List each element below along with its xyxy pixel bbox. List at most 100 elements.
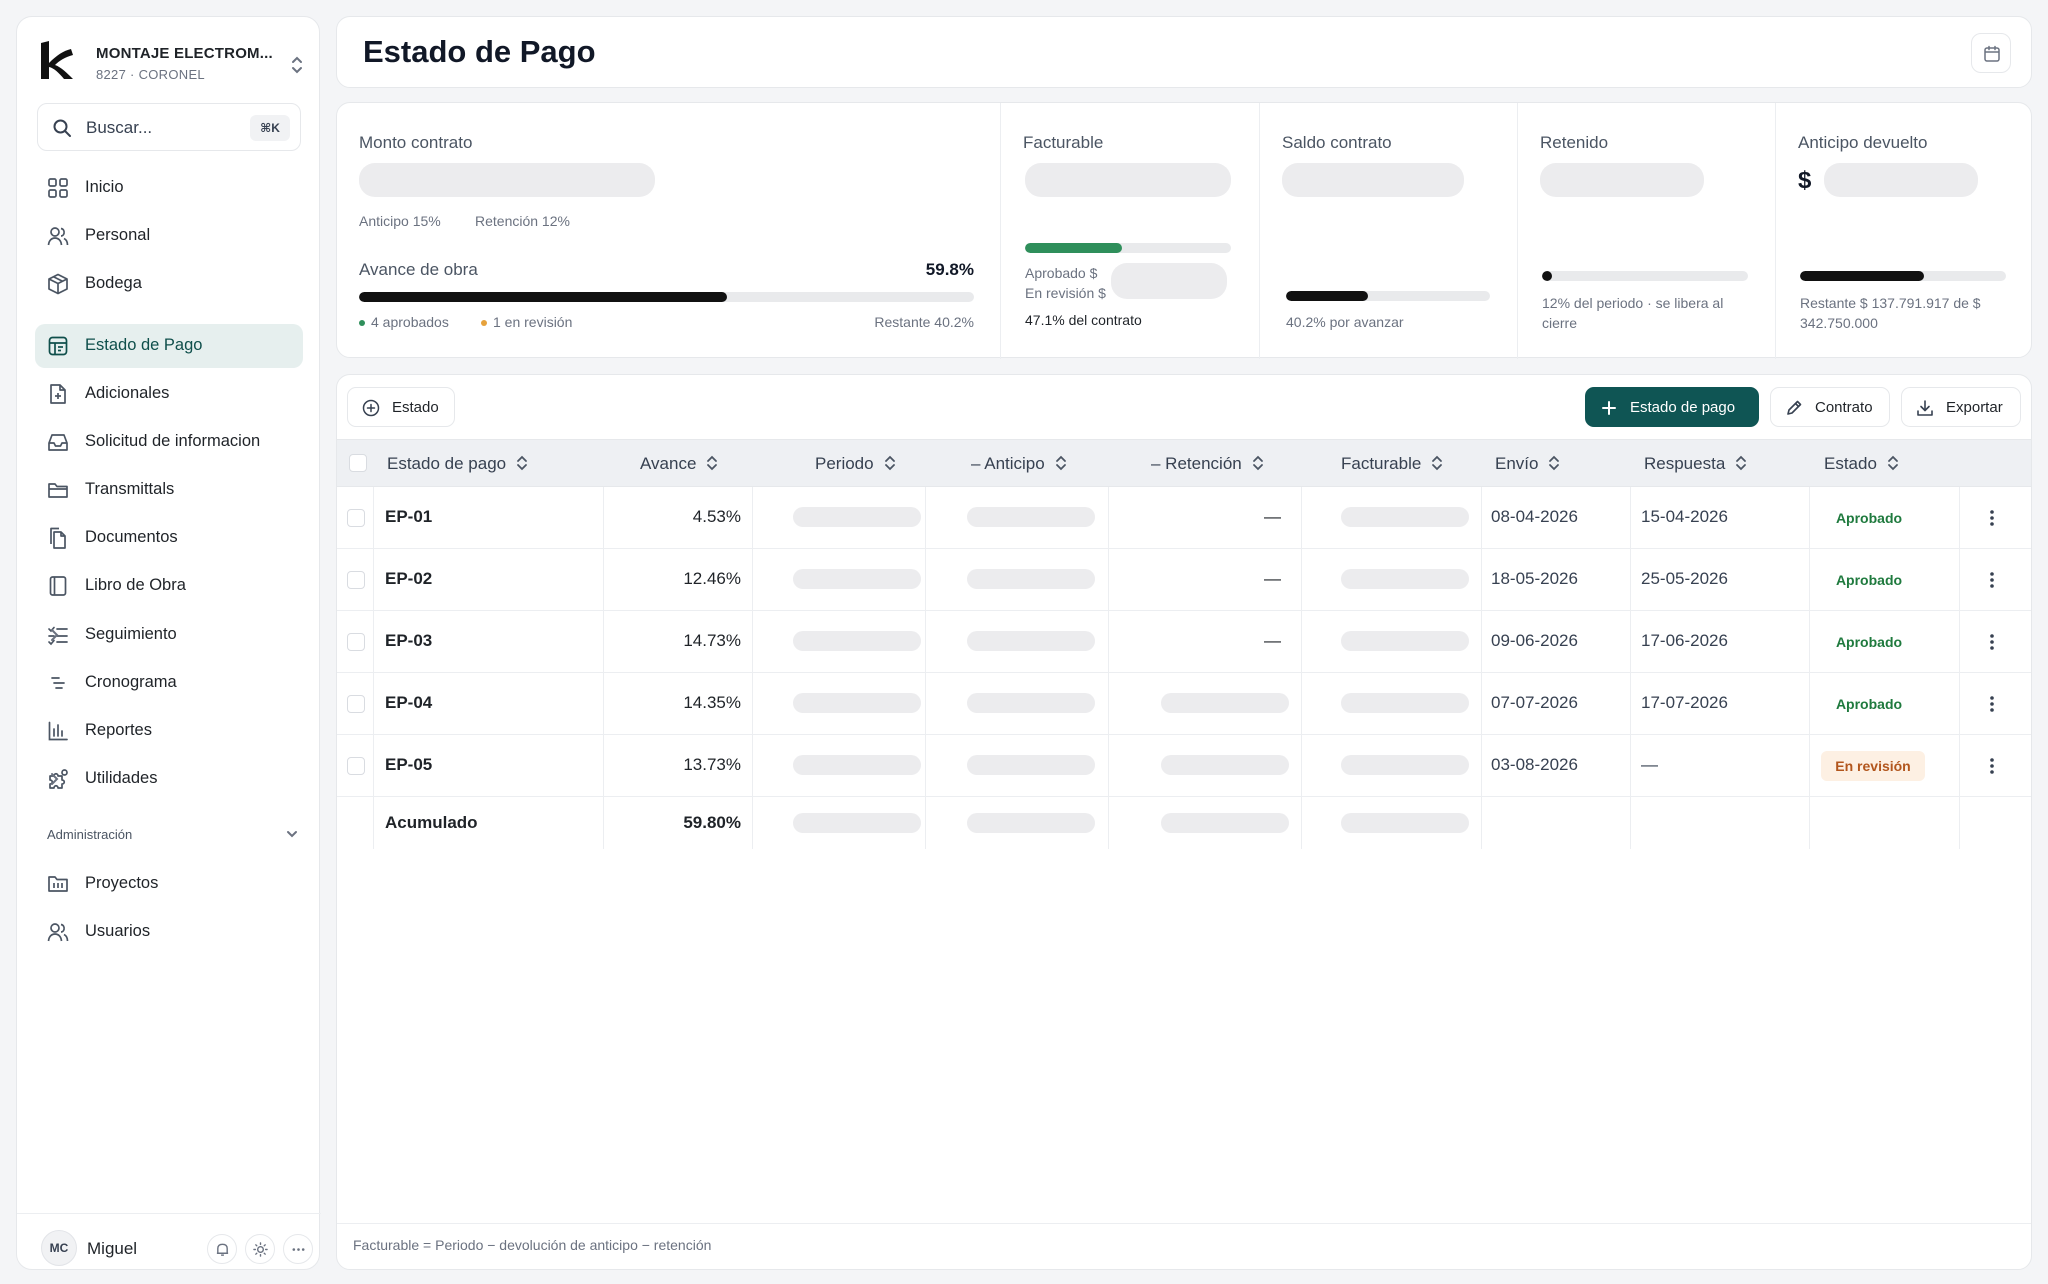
- envio-date: 07-07-2026: [1491, 693, 1578, 712]
- table-row[interactable]: EP-05 13.73% 03-08-2026 — En revisión: [337, 735, 2031, 797]
- periodo-total-placeholder: [793, 813, 921, 833]
- stat-label: Facturable: [1023, 133, 1104, 152]
- calendar-button[interactable]: [1971, 33, 2011, 73]
- col-estado-de-pago[interactable]: Estado de pago: [387, 454, 528, 474]
- avatar[interactable]: MC: [41, 1230, 77, 1266]
- nav-item-documentos[interactable]: Documentos: [35, 516, 303, 560]
- anticipo-placeholder: [967, 755, 1095, 775]
- col-anticipo[interactable]: – Anticipo: [971, 454, 1067, 474]
- respuesta-date: 17-06-2026: [1641, 631, 1728, 650]
- orange-dot-icon: [481, 320, 487, 327]
- avance-value: 12.46%: [683, 569, 741, 588]
- nav-item-personal[interactable]: Personal: [35, 214, 303, 258]
- timeline-icon: [47, 672, 69, 694]
- theme-toggle-button[interactable]: [245, 1234, 275, 1264]
- col-avance[interactable]: Avance: [640, 454, 718, 474]
- row-actions-icon[interactable]: [1989, 695, 1995, 713]
- row-checkbox[interactable]: [347, 757, 365, 775]
- nav-item-utilidades[interactable]: Utilidades: [35, 757, 303, 801]
- col-estado[interactable]: Estado: [1824, 454, 1899, 474]
- search-input[interactable]: Buscar... ⌘K: [37, 103, 301, 151]
- facturable-note: 47.1% del contrato: [1025, 312, 1142, 328]
- nav-item-transmittals[interactable]: Transmittals: [35, 468, 303, 512]
- app-logo-icon: [37, 37, 77, 83]
- nav-item-adicionales[interactable]: Adicionales: [35, 372, 303, 416]
- nav-item-libro-de-obra[interactable]: Libro de Obra: [35, 564, 303, 608]
- contrato-button[interactable]: Contrato: [1770, 387, 1890, 427]
- status-badge: Aprobado: [1821, 627, 1917, 657]
- col-envio[interactable]: Envío: [1495, 454, 1560, 474]
- row-actions-icon[interactable]: [1989, 757, 1995, 775]
- sort-icon: [706, 455, 718, 471]
- retencion-percentage: Retención 12%: [475, 213, 570, 229]
- sidebar: MONTAJE ELECTROM... 8227 · CORONEL Busca…: [16, 16, 321, 1271]
- col-retencion[interactable]: – Retención: [1151, 454, 1264, 474]
- nav-item-usuarios[interactable]: Usuarios: [35, 910, 303, 954]
- more-button[interactable]: [283, 1234, 313, 1264]
- column-label: Periodo: [815, 454, 874, 473]
- avance-value: 59.8%: [925, 260, 974, 279]
- row-actions-icon[interactable]: [1989, 633, 1995, 651]
- nav-item-solicitud-de-informacion[interactable]: Solicitud de informacion: [35, 420, 303, 464]
- revision-legend: 1 en revisión: [481, 314, 572, 330]
- row-checkbox[interactable]: [347, 571, 365, 589]
- retenido-progress-fill: [1542, 271, 1553, 281]
- sort-icon: [884, 455, 896, 471]
- nav-item-inicio[interactable]: Inicio: [35, 166, 303, 210]
- row-actions-icon[interactable]: [1989, 509, 1995, 527]
- avance-progress-fill: [359, 292, 727, 302]
- nav-label: Proyectos: [85, 874, 159, 892]
- nav-label: Libro de Obra: [85, 576, 186, 594]
- stat-label: Monto contrato: [359, 133, 473, 152]
- retencion-value: —: [1264, 631, 1281, 650]
- saldo-progress-fill: [1286, 291, 1368, 301]
- estado-filter-button[interactable]: Estado: [347, 387, 455, 427]
- ep-code: EP-01: [385, 507, 433, 526]
- receipt-icon: [47, 335, 69, 357]
- respuesta-date: —: [1641, 755, 1658, 774]
- currency-symbol: $: [1798, 167, 1812, 194]
- nav-label: Bodega: [85, 274, 142, 292]
- summary-cards: Monto contrato Anticipo 15% Retención 12…: [336, 102, 2032, 359]
- col-facturable[interactable]: Facturable: [1341, 454, 1443, 474]
- facturable-total-placeholder: [1341, 813, 1469, 833]
- col-periodo[interactable]: Periodo: [815, 454, 896, 474]
- column-label: Avance: [640, 454, 697, 473]
- col-respuesta[interactable]: Respuesta: [1644, 454, 1747, 474]
- nav-item-estado-de-pago[interactable]: Estado de Pago: [35, 324, 303, 368]
- row-checkbox[interactable]: [347, 509, 365, 527]
- nav-item-proyectos[interactable]: Proyectos: [35, 862, 303, 906]
- new-estado-de-pago-button[interactable]: Estado de pago: [1585, 387, 1759, 427]
- chevron-down-icon[interactable]: [285, 827, 299, 841]
- row-checkbox[interactable]: [347, 633, 365, 651]
- search-placeholder: Buscar...: [86, 118, 153, 137]
- table-row[interactable]: EP-03 14.73% — 09-06-2026 17-06-2026 Apr…: [337, 611, 2031, 673]
- table-header: Estado de pago Avance Periodo – Anticipo…: [337, 439, 2031, 487]
- nav-item-reportes[interactable]: Reportes: [35, 709, 303, 753]
- anticipo-note: Restante $ 137.791.917 de $ 342.750.000: [1800, 295, 1981, 331]
- project-switcher[interactable]: MONTAJE ELECTROM... 8227 · CORONEL: [35, 35, 303, 87]
- avance-value: 4.53%: [692, 507, 741, 526]
- exportar-button[interactable]: Exportar: [1901, 387, 2021, 427]
- section-administracion: Administración: [47, 827, 133, 842]
- nav-item-cronograma[interactable]: Cronograma: [35, 661, 303, 705]
- row-actions-icon[interactable]: [1989, 571, 1995, 589]
- nav-item-seguimiento[interactable]: Seguimiento: [35, 613, 303, 657]
- notifications-button[interactable]: [207, 1234, 237, 1264]
- ep-code: EP-02: [385, 569, 433, 588]
- users-icon: [47, 921, 69, 943]
- table-row[interactable]: EP-04 14.35% 07-07-2026 17-07-2026 Aprob…: [337, 673, 2031, 735]
- facturable-placeholder: [1341, 569, 1469, 589]
- user-name[interactable]: Miguel: [87, 1239, 137, 1259]
- row-checkbox[interactable]: [347, 695, 365, 713]
- table-row[interactable]: EP-02 12.46% — 18-05-2026 25-05-2026 Apr…: [337, 549, 2031, 611]
- calendar-icon: [1983, 45, 2001, 63]
- sort-icon: [1055, 455, 1067, 471]
- table-row[interactable]: EP-01 4.53% — 08-04-2026 15-04-2026 Apro…: [337, 487, 2031, 549]
- select-all-checkbox[interactable]: [349, 454, 367, 472]
- respuesta-date: 15-04-2026: [1641, 507, 1728, 526]
- nav-item-bodega[interactable]: Bodega: [35, 262, 303, 306]
- download-icon: [1916, 399, 1934, 417]
- nav-label: Estado de Pago: [85, 336, 203, 354]
- user-row: MC Miguel: [17, 1213, 321, 1271]
